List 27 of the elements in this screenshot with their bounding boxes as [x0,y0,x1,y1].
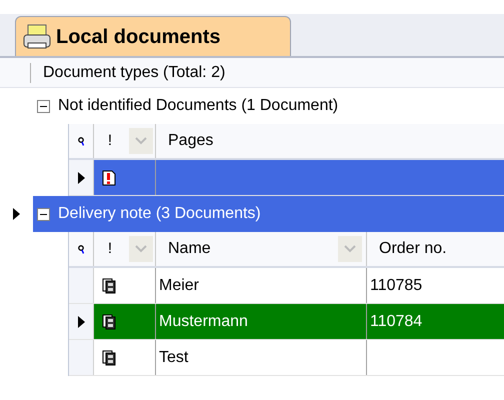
group-header: Document types (Total: 2) [43,62,226,82]
table-cell-text: 110784 [370,312,422,332]
collapse-toggle[interactable] [37,208,50,220]
table-row[interactable]: Test [69,340,504,376]
column-header[interactable]: ! [108,130,112,152]
group-label: Not identified Documents (1 Document) [58,96,338,116]
search-icon[interactable] [78,244,84,254]
printer-icon [22,22,52,50]
documents-icon [102,278,116,294]
column-header[interactable]: Order no. [379,237,447,261]
collapse-toggle[interactable] [37,100,50,112]
documents-icon [102,350,116,366]
search-icon[interactable] [78,136,84,146]
group-label: Delivery note (3 Documents) [58,204,261,224]
table-cell-text: Mustermann [159,312,248,332]
tab[interactable]: Local documents [15,16,291,56]
table-cell-text: 110785 [370,276,422,296]
column-header[interactable]: ! [108,238,112,260]
documents-icon [102,314,116,330]
column-header[interactable]: Name [168,237,211,261]
table-row[interactable]: Mustermann 110784 [69,304,504,340]
table-cell-text: Meier [159,276,200,296]
group-row[interactable]: Delivery note (3 Documents) [33,196,504,232]
table-cell-text: Test [159,348,188,368]
column-header[interactable]: Pages [168,129,214,153]
table-row[interactable] [69,160,504,196]
warning-document-icon [102,170,116,186]
